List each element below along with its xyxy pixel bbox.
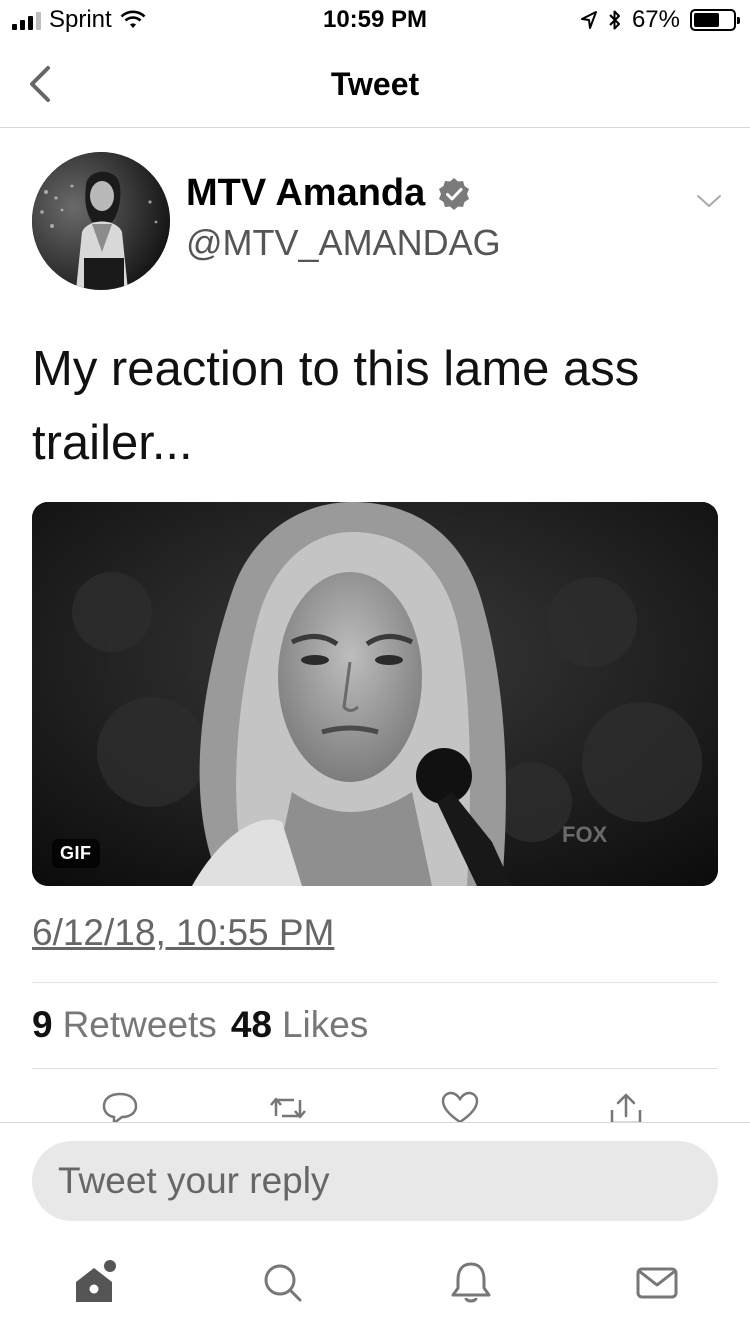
battery-percent: 67% <box>631 6 680 33</box>
retweet-label: Retweets <box>62 1004 217 1045</box>
like-label: Likes <box>281 1004 369 1045</box>
gif-badge: GIF <box>52 839 100 868</box>
gif-image: FOX <box>32 502 718 886</box>
media-watermark: FOX <box>562 822 608 847</box>
likes-stat[interactable]: 48 Likes <box>231 1004 369 1046</box>
tab-messages[interactable] <box>632 1258 682 1308</box>
status-right: 67% <box>580 6 740 34</box>
author-name-row: MTV Amanda <box>186 172 471 215</box>
avatar[interactable] <box>32 152 170 290</box>
author-handle[interactable]: @MTV_AMANDAG <box>186 222 501 264</box>
chevron-down-icon <box>697 195 721 207</box>
share-icon <box>610 1093 642 1125</box>
tab-home[interactable] <box>70 1258 120 1308</box>
retweet-icon <box>270 1097 306 1119</box>
retweets-stat[interactable]: 9 Retweets <box>32 1004 217 1046</box>
battery-level <box>694 13 720 27</box>
page-title: Tweet <box>330 66 420 102</box>
reply-input[interactable]: Tweet your reply <box>32 1141 718 1221</box>
tab-search[interactable] <box>258 1258 308 1308</box>
reply-icon <box>102 1092 138 1126</box>
tab-bar <box>0 1240 750 1334</box>
home-icon <box>76 1260 116 1302</box>
tweet-options-button[interactable] <box>694 186 724 216</box>
tweet-text: My reaction to this lame ass trailer... <box>32 342 640 470</box>
bluetooth-icon <box>609 10 620 30</box>
navigation-bar: Tweet <box>0 40 750 128</box>
tweet-actions <box>0 1090 750 1126</box>
mail-icon <box>636 1267 678 1299</box>
author-name[interactable]: MTV Amanda <box>186 172 425 215</box>
search-icon <box>264 1264 302 1302</box>
battery-icon <box>690 9 740 31</box>
location-arrow-icon <box>580 11 597 29</box>
tweet-stats: 9 Retweets 48 Likes <box>32 1004 368 1046</box>
avatar-photo <box>32 152 170 290</box>
divider <box>32 982 718 983</box>
tweet-media-gif[interactable]: FOX GIF <box>32 502 718 886</box>
status-bar: Sprint 10:59 PM 67% <box>0 0 750 40</box>
retweet-count: 9 <box>32 1004 53 1045</box>
tweet-timestamp[interactable]: 6/12/18, 10:55 PM <box>32 912 334 954</box>
bell-icon <box>451 1262 491 1303</box>
retweet-button[interactable] <box>268 1090 308 1126</box>
heart-icon <box>441 1091 479 1124</box>
reply-button[interactable] <box>100 1090 140 1126</box>
reply-composer: Tweet your reply <box>0 1122 750 1240</box>
share-button[interactable] <box>606 1090 646 1126</box>
tab-notifications[interactable] <box>446 1258 496 1308</box>
divider <box>32 1068 718 1069</box>
like-button[interactable] <box>440 1090 480 1126</box>
verified-badge-icon <box>439 177 470 210</box>
like-count: 48 <box>230 1004 272 1045</box>
